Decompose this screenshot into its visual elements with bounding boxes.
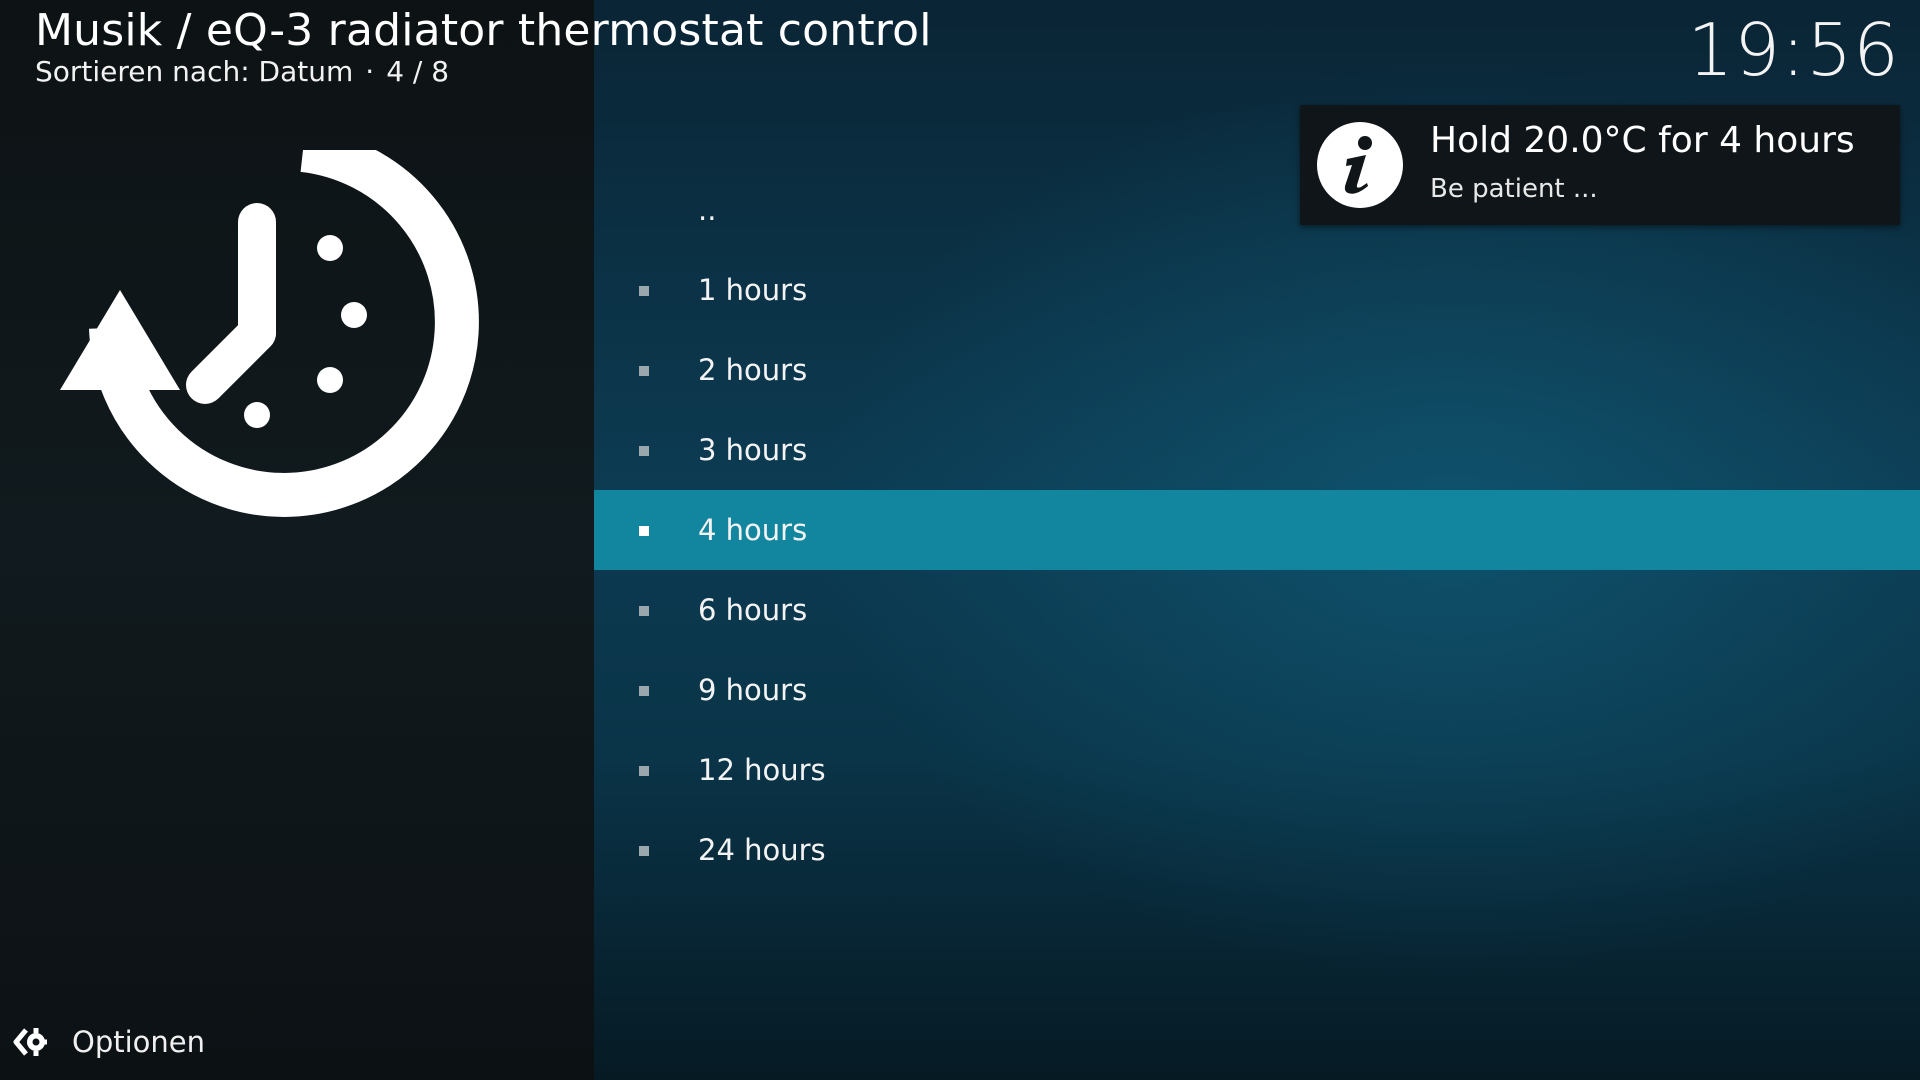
list-item-label: .. [698,193,717,227]
bullet-icon [639,526,649,536]
list-item-label: 6 hours [698,593,808,627]
options-label: Optionen [72,1025,206,1059]
sort-label[interactable]: Sortieren nach: Datum [35,55,353,88]
list-item-label: 1 hours [698,273,808,307]
bullet-icon [639,286,649,296]
list-item-label: 4 hours [698,513,808,547]
options-button[interactable]: Optionen [12,1022,205,1062]
list-item-label: 12 hours [698,753,826,787]
bullet-icon [639,446,649,456]
list-item[interactable]: 2 hours [594,330,1920,410]
list-item[interactable]: 12 hours [594,730,1920,810]
duration-list: .. 1 hours 2 hours 3 hours 4 hours 6 hou… [594,170,1920,890]
list-item-label: 9 hours [698,673,808,707]
item-position: 4 / 8 [386,55,450,88]
list-item-selected[interactable]: 4 hours [594,490,1920,570]
clock-history-icon [60,150,479,517]
list-item[interactable]: 9 hours [594,650,1920,730]
list-item-label: 3 hours [698,433,808,467]
options-gear-icon [13,1028,47,1056]
notification-toast: Hold 20.0°C for 4 hours Be patient ... [1300,105,1900,225]
info-icon [1317,122,1403,208]
list-item[interactable]: 3 hours [594,410,1920,490]
bullet-icon [639,846,649,856]
notification-title: Hold 20.0°C for 4 hours [1430,120,1855,161]
list-item-label: 2 hours [698,353,808,387]
list-item[interactable]: 6 hours [594,570,1920,650]
notification-message: Be patient ... [1430,174,1598,204]
bullet-icon [639,606,649,616]
list-item-label: 24 hours [698,833,826,867]
bullet-icon [639,766,649,776]
clock: 19:56 [1687,8,1900,92]
list-item[interactable]: 24 hours [594,810,1920,890]
separator: · [365,55,375,88]
list-item[interactable]: 1 hours [594,250,1920,330]
bullet-icon [639,686,649,696]
bullet-icon [639,366,649,376]
sort-info: Sortieren nach: Datum · 4 / 8 [35,52,449,92]
